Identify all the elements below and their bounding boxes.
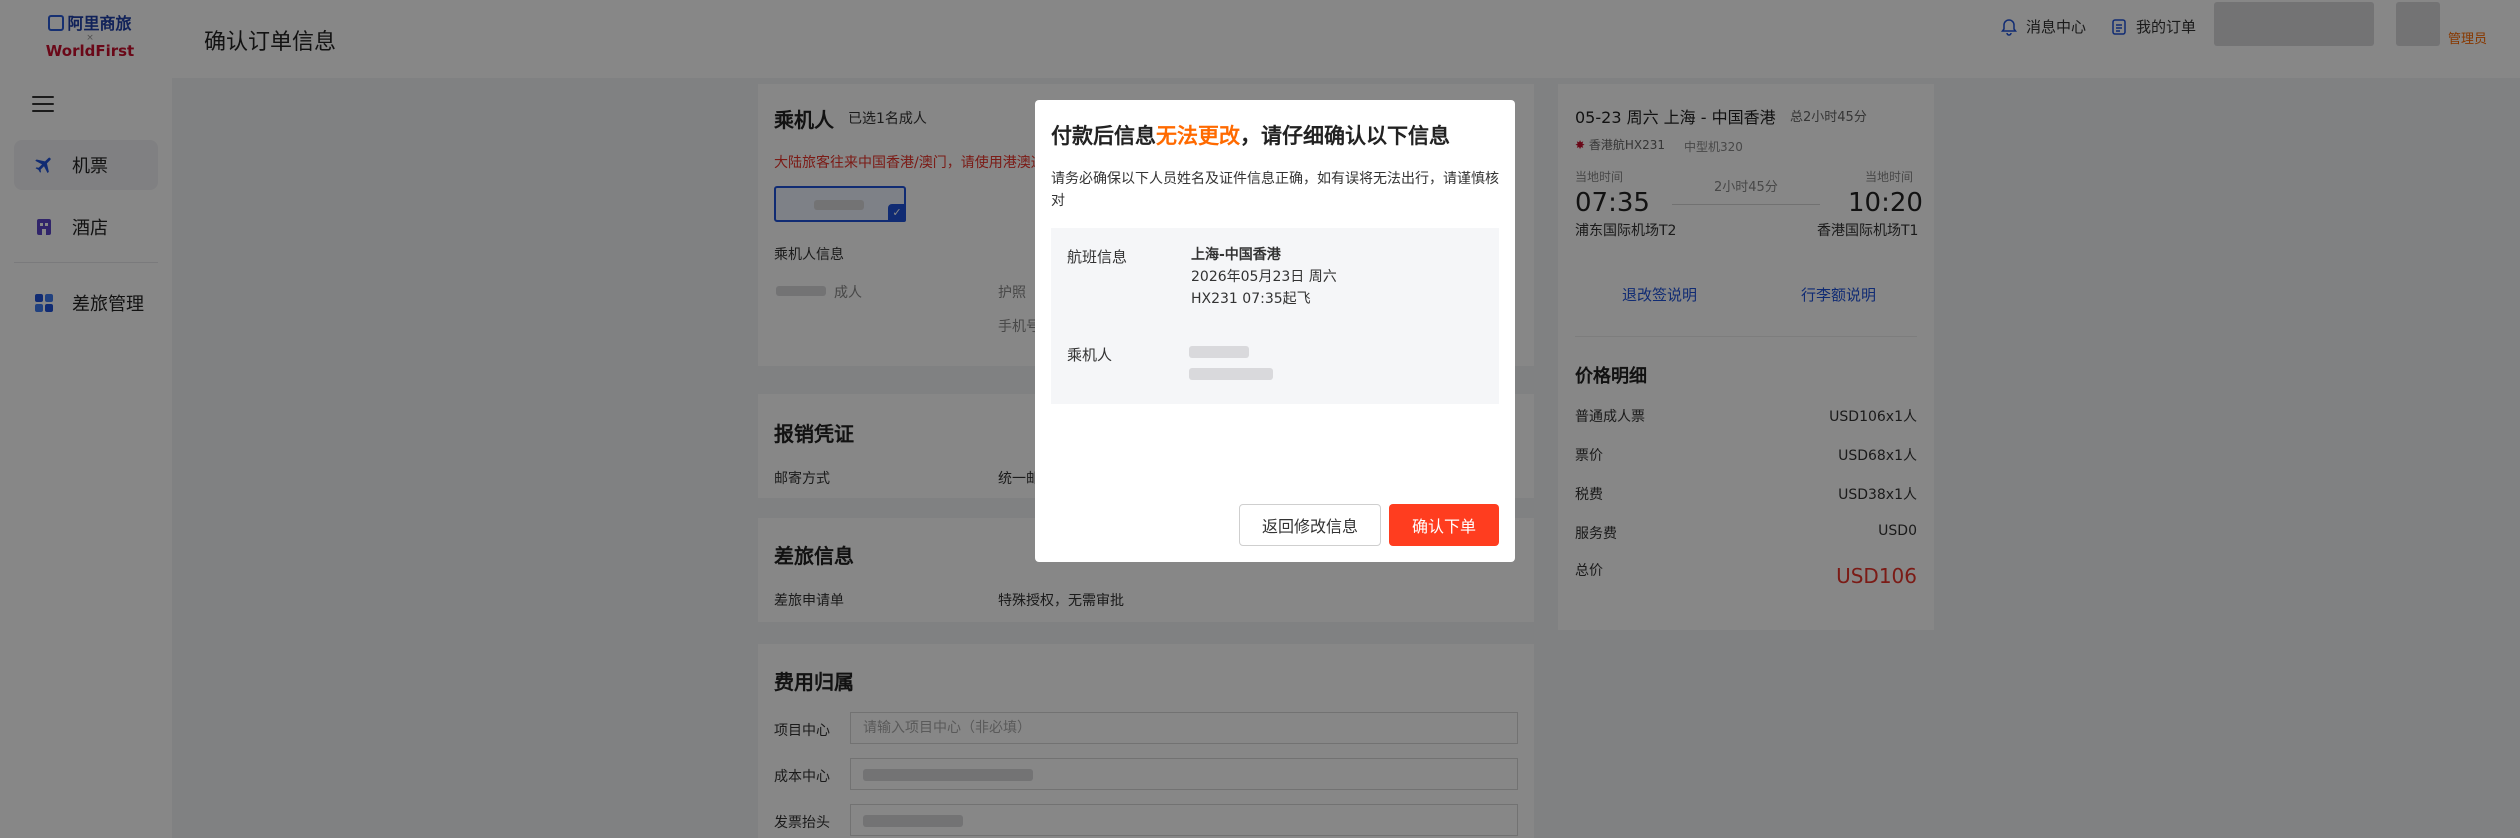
dialog-title-before: 付款后信息: [1051, 124, 1156, 148]
flight-info-date: 2026年05月23日 周六: [1191, 269, 1337, 285]
passenger-name-redacted: [1189, 346, 1249, 358]
dialog-title-after: ，请仔细确认以下信息: [1240, 124, 1450, 148]
passenger-id-redacted: [1189, 368, 1273, 380]
confirm-order-dialog: 付款后信息无法更改，请仔细确认以下信息 请务必确保以下人员姓名及证件信息正确，如…: [1035, 100, 1515, 562]
flight-info-route: 上海-中国香港: [1191, 247, 1281, 263]
flight-info-label: 航班信息: [1067, 248, 1128, 266]
flight-info-number-time: HX231 07:35起飞: [1191, 291, 1311, 307]
dialog-info-box: 航班信息 上海-中国香港 2026年05月23日 周六 HX231 07:35起…: [1051, 228, 1499, 404]
confirm-order-button[interactable]: 确认下单: [1389, 504, 1499, 546]
back-to-edit-button[interactable]: 返回修改信息: [1239, 504, 1381, 546]
dialog-description: 请务必确保以下人员姓名及证件信息正确，如有误将无法出行，请谨慎核对: [1051, 171, 1499, 209]
dialog-title-warning: 无法更改: [1156, 124, 1240, 148]
dialog-title: 付款后信息无法更改，请仔细确认以下信息: [1051, 120, 1450, 150]
passenger-info-label: 乘机人: [1067, 346, 1113, 364]
